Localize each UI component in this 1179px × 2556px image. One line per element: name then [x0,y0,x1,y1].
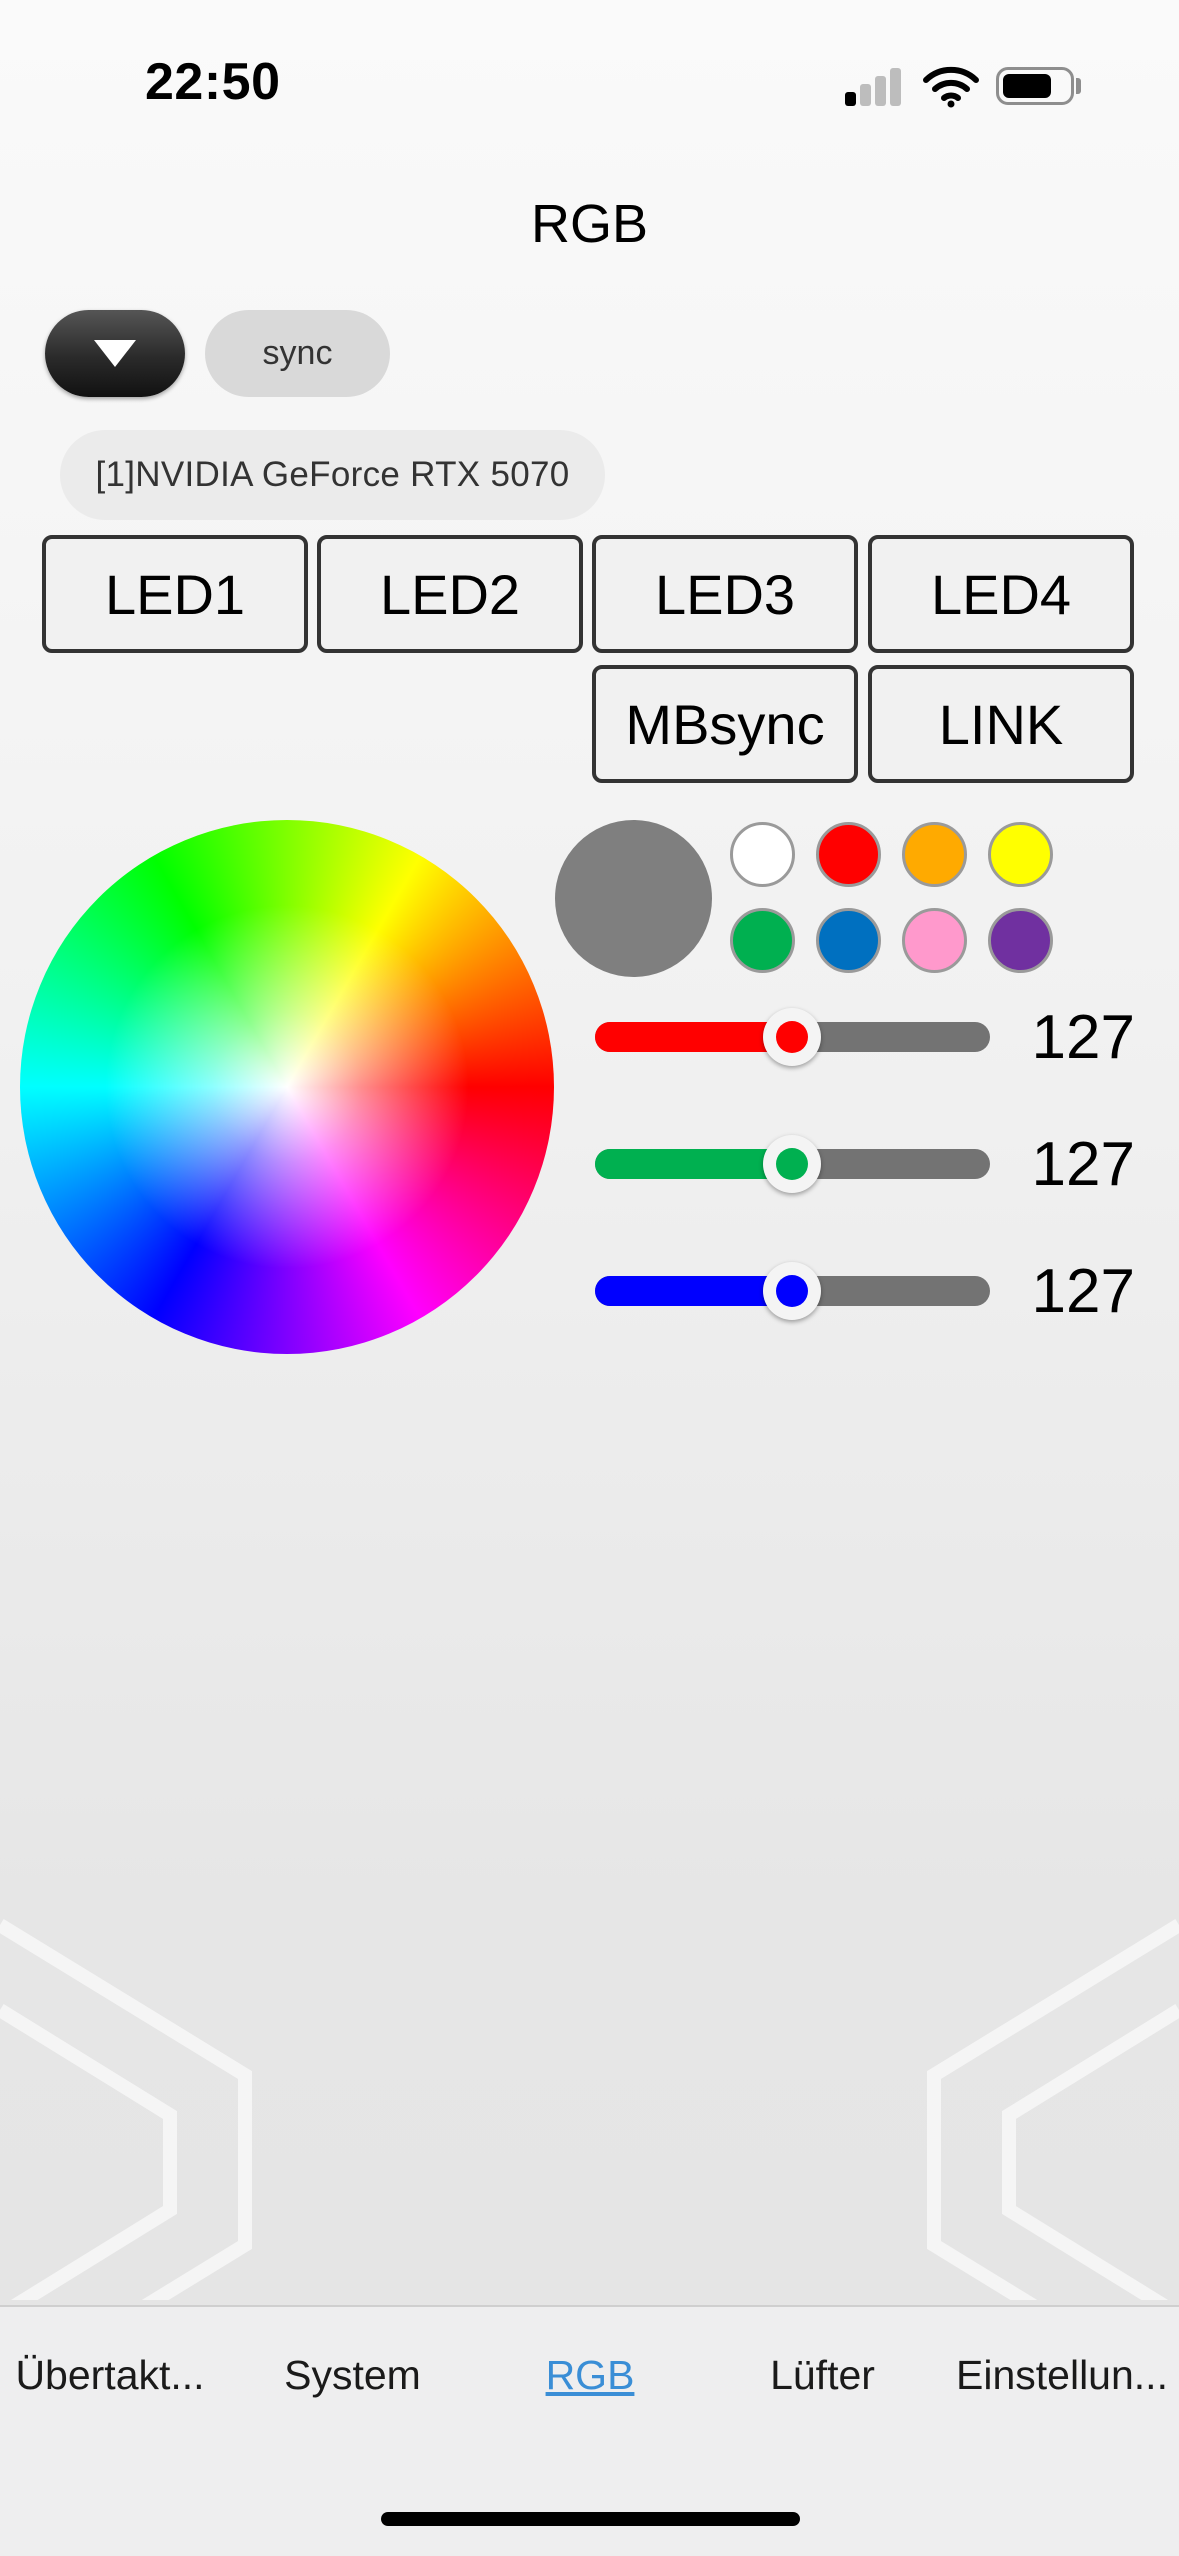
triangle-down-icon [94,340,136,367]
device-selector[interactable]: [1]NVIDIA GeForce RTX 5070 [60,430,605,520]
green-slider[interactable] [595,1135,990,1193]
preset-swatch-purple[interactable] [988,908,1053,973]
mbsync-button[interactable]: MBsync [592,665,858,783]
red-slider[interactable] [595,1008,990,1066]
sync-button[interactable]: sync [205,310,390,397]
tab-settings[interactable]: Einstellun... [945,2352,1179,2412]
preset-swatch-yellow[interactable] [988,822,1053,887]
battery-icon [996,67,1074,105]
preset-swatch-pink[interactable] [902,908,967,973]
tab-system[interactable]: System [245,2352,460,2412]
blue-value: 127 [1031,1257,1135,1326]
led3-button[interactable]: LED3 [592,535,858,653]
tab-fan[interactable]: Lüfter [715,2352,930,2412]
cellular-signal-icon [845,66,903,106]
blue-slider[interactable] [595,1262,990,1320]
current-color-preview [555,820,712,977]
tab-rgb[interactable]: RGB [480,2352,700,2412]
blue-slider-thumb[interactable] [762,1262,821,1320]
battery-level [1003,74,1051,98]
red-slider-thumb[interactable] [762,1008,821,1066]
preset-swatch-orange[interactable] [902,822,967,887]
led1-button[interactable]: LED1 [42,535,308,653]
dropdown-button[interactable] [45,310,185,397]
link-button[interactable]: LINK [868,665,1134,783]
page-title: RGB [530,194,649,254]
preset-swatch-white[interactable] [730,822,795,887]
led4-button[interactable]: LED4 [868,535,1134,653]
preset-swatch-green[interactable] [730,908,795,973]
battery-cap [1076,78,1081,94]
green-value: 127 [1031,1130,1135,1199]
preset-swatch-red[interactable] [816,822,881,887]
preset-swatch-blue[interactable] [816,908,881,973]
tab-overclock[interactable]: Übertakt... [0,2352,220,2412]
green-slider-thumb[interactable] [762,1135,821,1193]
wifi-icon [922,64,980,113]
status-time: 22:50 [145,53,281,111]
red-value: 127 [1031,1003,1135,1072]
color-wheel[interactable] [20,820,554,1354]
background-hexagon-decoration [0,1919,1179,2300]
home-indicator [381,2512,800,2526]
led2-button[interactable]: LED2 [317,535,583,653]
